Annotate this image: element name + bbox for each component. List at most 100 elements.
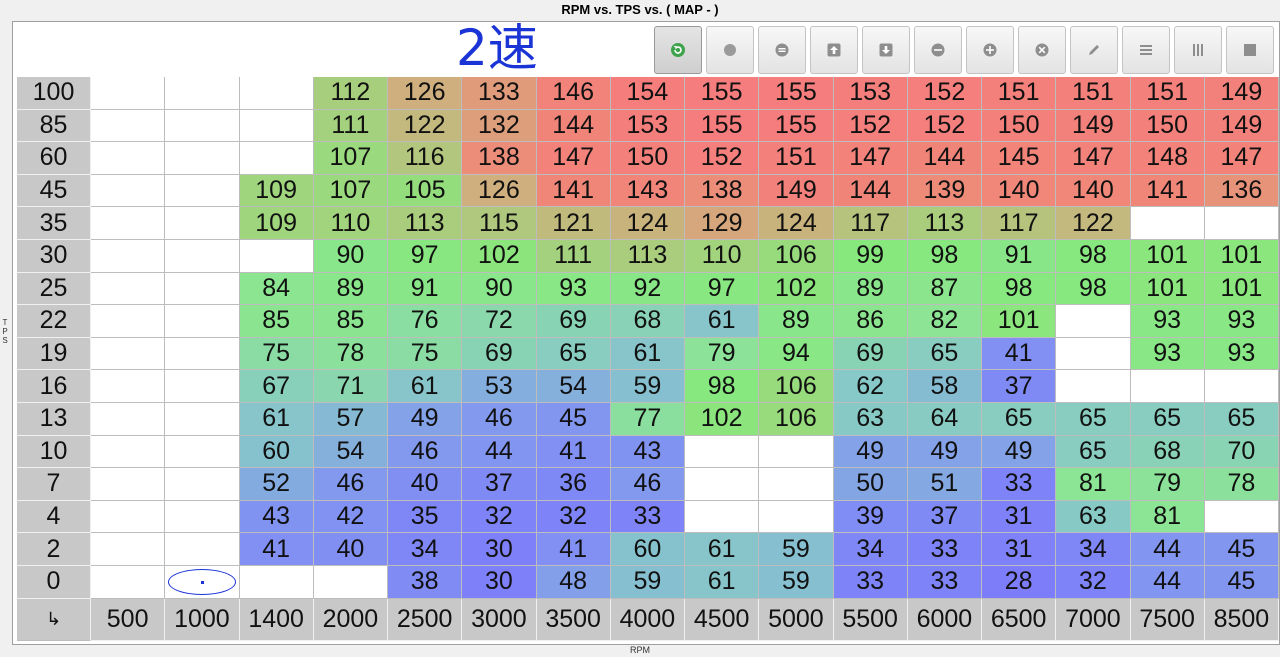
table-cell[interactable]: 33 [610, 500, 685, 534]
table-cell[interactable]: 44 [462, 435, 537, 469]
table-cell[interactable]: 72 [462, 305, 537, 338]
pencil-button[interactable] [1070, 26, 1118, 74]
table-cell[interactable]: 78 [1204, 468, 1279, 501]
table-cell[interactable]: 69 [833, 337, 908, 371]
table-cell[interactable]: 63 [1056, 500, 1131, 534]
table-cell[interactable]: 49 [388, 402, 463, 436]
table-cell[interactable]: 153 [610, 109, 685, 143]
table-cell[interactable]: 79 [1130, 468, 1205, 501]
table-cell[interactable]: 136 [1204, 174, 1279, 208]
square-button[interactable] [1226, 26, 1274, 74]
table-cell[interactable]: 76 [388, 305, 463, 338]
table-cell[interactable]: 44 [1130, 533, 1205, 566]
table-cell[interactable]: 40 [313, 533, 388, 566]
table-cell[interactable] [1130, 207, 1205, 240]
table-cell[interactable]: 68 [610, 305, 685, 338]
table-cell[interactable]: 109 [239, 174, 314, 208]
table-cell[interactable]: 101 [1204, 272, 1279, 306]
table-cell[interactable] [91, 109, 166, 143]
table-cell[interactable]: 105 [388, 174, 463, 208]
table-cell[interactable]: 79 [685, 337, 760, 371]
table-cell[interactable] [91, 305, 166, 338]
table-cell[interactable]: 117 [833, 207, 908, 240]
table-cell[interactable]: 60 [610, 533, 685, 566]
table-cell[interactable]: 148 [1130, 142, 1205, 175]
table-cell[interactable] [1204, 500, 1279, 534]
table-cell[interactable]: 91 [982, 239, 1057, 273]
table-cell[interactable]: 32 [1056, 565, 1131, 599]
table-cell[interactable]: 151 [1056, 77, 1131, 110]
table-cell[interactable]: 65 [1130, 402, 1205, 436]
table-cell[interactable]: 30 [462, 565, 537, 599]
table-cell[interactable]: 151 [759, 142, 834, 175]
table-cell[interactable] [91, 435, 166, 469]
table-cell[interactable]: 149 [759, 174, 834, 208]
table-cell[interactable]: 85 [239, 305, 314, 338]
table-cell[interactable] [685, 500, 760, 534]
table-cell[interactable] [91, 142, 166, 175]
table-cell[interactable]: 151 [1130, 77, 1205, 110]
table-cell[interactable]: 149 [1056, 109, 1131, 143]
table-cell[interactable]: 89 [759, 305, 834, 338]
table-cell[interactable] [91, 239, 166, 273]
table-cell[interactable]: 33 [907, 533, 982, 566]
table-cell[interactable]: 38 [388, 565, 463, 599]
table-cell[interactable]: 31 [982, 533, 1057, 566]
table-cell[interactable]: 112 [313, 77, 388, 110]
table-cell[interactable]: 152 [907, 77, 982, 110]
table-cell[interactable]: 150 [982, 109, 1057, 143]
table-cell[interactable]: 99 [833, 239, 908, 273]
table-cell[interactable] [165, 109, 240, 143]
table-cell[interactable]: 140 [982, 174, 1057, 208]
table-cell[interactable]: 106 [759, 402, 834, 436]
table-cell[interactable]: 32 [462, 500, 537, 534]
table-cell[interactable]: 46 [610, 468, 685, 501]
table-cell[interactable]: 42 [313, 500, 388, 534]
table-cell[interactable]: 39 [833, 500, 908, 534]
table-cell[interactable]: 124 [759, 207, 834, 240]
table-cell[interactable]: 49 [982, 435, 1057, 469]
table-cell[interactable] [91, 370, 166, 403]
table-cell[interactable] [91, 402, 166, 436]
table-cell[interactable]: 150 [1130, 109, 1205, 143]
table-cell[interactable]: 106 [759, 239, 834, 273]
table-cell[interactable] [165, 77, 240, 110]
table-cell[interactable]: 65 [1204, 402, 1279, 436]
table-cell[interactable] [759, 435, 834, 469]
minus-circle-button[interactable] [914, 26, 962, 74]
table-cell[interactable]: 81 [1056, 468, 1131, 501]
table-cell[interactable]: 98 [1056, 272, 1131, 306]
table-cell[interactable] [165, 565, 240, 599]
arrow-up-square-button[interactable] [810, 26, 858, 74]
table-cell[interactable]: 117 [982, 207, 1057, 240]
table-cell[interactable] [91, 533, 166, 566]
table-cell[interactable]: 98 [982, 272, 1057, 306]
arrow-down-square-button[interactable] [862, 26, 910, 74]
table-cell[interactable]: 101 [1130, 239, 1205, 273]
table-cell[interactable]: 97 [685, 272, 760, 306]
table-cell[interactable]: 101 [1204, 239, 1279, 273]
table-cell[interactable]: 101 [982, 305, 1057, 338]
table-cell[interactable]: 43 [610, 435, 685, 469]
table-cell[interactable]: 30 [462, 533, 537, 566]
circle-button[interactable] [706, 26, 754, 74]
table-cell[interactable]: 113 [907, 207, 982, 240]
table-cell[interactable] [685, 468, 760, 501]
table-cell[interactable]: 102 [462, 239, 537, 273]
table-cell[interactable]: 101 [1130, 272, 1205, 306]
table-cell[interactable]: 65 [1056, 435, 1131, 469]
table-cell[interactable]: 61 [610, 337, 685, 371]
table-cell[interactable]: 110 [685, 239, 760, 273]
table-cell[interactable]: 65 [982, 402, 1057, 436]
table-cell[interactable]: 138 [685, 174, 760, 208]
table-cell[interactable]: 61 [685, 565, 760, 599]
table-cell[interactable]: 116 [388, 142, 463, 175]
table-cell[interactable]: 59 [759, 533, 834, 566]
table-cell[interactable]: 126 [462, 174, 537, 208]
table-cell[interactable]: 46 [313, 468, 388, 501]
table-cell[interactable]: 44 [1130, 565, 1205, 599]
table-cell[interactable]: 70 [1204, 435, 1279, 469]
table-cell[interactable]: 106 [759, 370, 834, 403]
table-cell[interactable]: 28 [982, 565, 1057, 599]
table-cell[interactable]: 152 [907, 109, 982, 143]
